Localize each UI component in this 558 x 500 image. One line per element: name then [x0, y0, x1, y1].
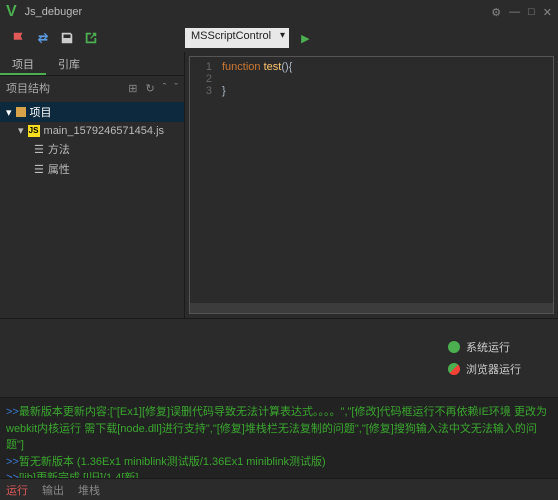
- output-panel: [0, 319, 438, 397]
- app-logo: V: [6, 3, 17, 21]
- bottom-tab-output[interactable]: 输出: [42, 482, 64, 498]
- tree-root[interactable]: ▾ 项目: [0, 102, 184, 122]
- list-icon: ☰: [34, 143, 44, 156]
- line-number: 1: [190, 61, 222, 73]
- bottom-tab-stack[interactable]: 堆栈: [78, 482, 100, 498]
- console-panel: >>最新版本更新内容:["[Ex1][修复]误删代码导致无法计算表达式。。。。"…: [0, 398, 558, 478]
- expand-icon[interactable]: ˇ: [174, 82, 178, 95]
- console-line: >>暂无新版本 (1.36Ex1 miniblink测试版/1.36Ex1 mi…: [6, 454, 552, 471]
- system-run-option[interactable]: 系统运行: [448, 339, 548, 355]
- settings-icon[interactable]: ⚙: [491, 6, 501, 19]
- tree-props-label: 属性: [48, 161, 70, 177]
- dropdown-value: MSScriptControl: [191, 30, 271, 42]
- play-circle-icon: [448, 341, 460, 353]
- refresh-icon[interactable]: ↻: [145, 82, 154, 95]
- browser-run-option[interactable]: 浏览器运行: [448, 361, 548, 377]
- tree-file[interactable]: ▾ JS main_1579246571454.js: [0, 122, 184, 139]
- line-number: 3: [190, 85, 222, 97]
- console-line: >>最新版本更新内容:["[Ex1][修复]误删代码导致无法计算表达式。。。。"…: [6, 404, 552, 454]
- swap-icon[interactable]: [36, 31, 50, 45]
- app-title: Js_debuger: [25, 6, 83, 18]
- js-file-icon: JS: [28, 125, 40, 137]
- tree-props[interactable]: ☰ 属性: [0, 159, 184, 179]
- browser-run-label: 浏览器运行: [466, 361, 521, 377]
- script-engine-dropdown[interactable]: MSScriptControl: [185, 28, 289, 48]
- list-icon: ☰: [34, 163, 44, 176]
- collapse-icon[interactable]: ˆ: [163, 82, 167, 95]
- run-button[interactable]: ▶: [301, 32, 309, 45]
- system-run-label: 系统运行: [466, 339, 510, 355]
- new-folder-icon[interactable]: ⊞: [128, 82, 137, 95]
- line-number: 2: [190, 73, 222, 85]
- maximize-icon[interactable]: □: [528, 6, 535, 19]
- bottom-tab-run[interactable]: 运行: [6, 482, 28, 498]
- chevron-down-icon: ▾: [18, 124, 24, 137]
- minimize-icon[interactable]: —: [509, 6, 520, 19]
- tree-methods-label: 方法: [48, 141, 70, 157]
- tree-file-label: main_1579246571454.js: [44, 125, 165, 137]
- chrome-icon: [448, 363, 460, 375]
- code-editor[interactable]: 1function test(){ 2 3}: [189, 56, 554, 314]
- chevron-down-icon: ▾: [6, 106, 12, 119]
- tab-import[interactable]: 引库: [46, 52, 92, 75]
- close-icon[interactable]: ✕: [543, 6, 552, 19]
- horizontal-scrollbar[interactable]: [190, 303, 553, 313]
- project-tree: ▾ 项目 ▾ JS main_1579246571454.js ☰ 方法 ☰ 属…: [0, 100, 184, 318]
- save-icon[interactable]: [60, 31, 74, 45]
- tab-project[interactable]: 项目: [0, 52, 46, 75]
- export-icon[interactable]: [84, 31, 98, 45]
- folder-icon: [16, 107, 26, 117]
- tree-methods[interactable]: ☰ 方法: [0, 139, 184, 159]
- tree-root-label: 项目: [30, 104, 52, 120]
- console-line: >>[lib]更新完成.[|旧]/1.4[新]: [6, 470, 552, 478]
- flag-icon[interactable]: [12, 31, 26, 45]
- panel-title: 项目结构: [6, 80, 50, 96]
